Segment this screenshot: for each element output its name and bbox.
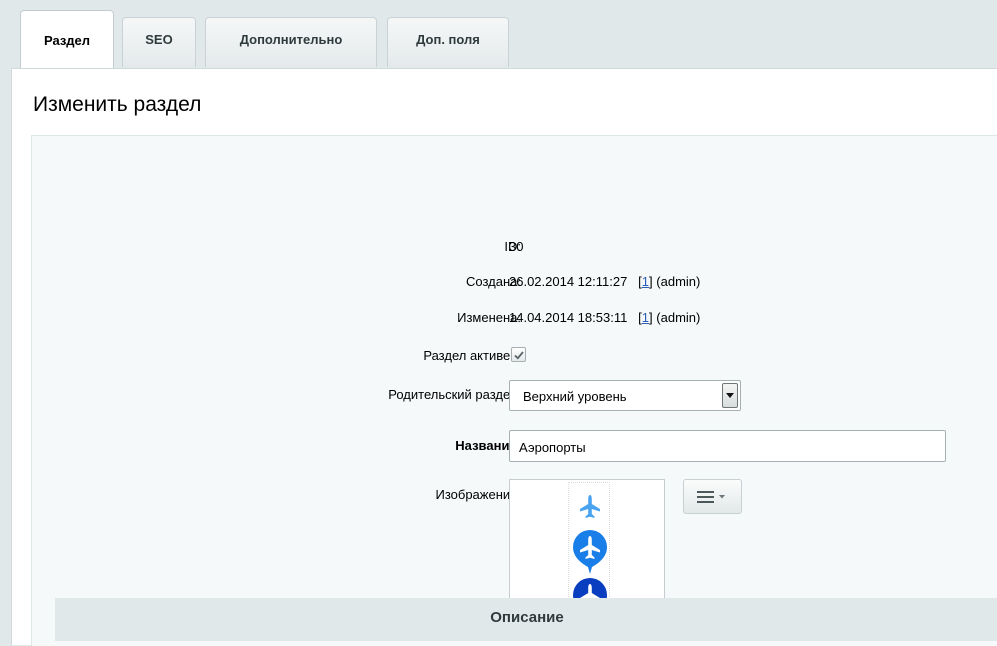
created-date: 26.02.2014 12:11:27: [509, 274, 628, 289]
row-active: Раздел активен:: [32, 344, 997, 368]
tab-extra-fields[interactable]: Доп. поля: [387, 17, 509, 67]
checkmark-icon: [514, 351, 524, 360]
tab-seo[interactable]: SEO: [122, 17, 196, 67]
page-title: Изменить раздел: [33, 93, 202, 116]
tab-label: Доп. поля: [416, 32, 480, 47]
row-parent: Родительский раздел: Верхний уровень: [32, 380, 997, 411]
row-id: ID: 30: [32, 235, 997, 259]
row-modified: Изменена: 14.04.2014 18:53:11 [1] (admin…: [32, 306, 997, 330]
description-section-header[interactable]: Описание: [55, 598, 997, 641]
map-pin-icon: [573, 530, 607, 574]
id-value: 30: [509, 239, 524, 254]
modified-user-link[interactable]: 1: [642, 310, 649, 325]
modified-value: 14.04.2014 18:53:11 [1] (admin): [509, 310, 700, 325]
main-panel: Изменить раздел ID: 30 Создана: 26.02.20…: [11, 68, 997, 646]
tab-additional[interactable]: Дополнительно: [205, 17, 377, 67]
caret-down-icon: [719, 495, 725, 499]
row-name: Название: Аэропорты: [32, 430, 997, 462]
edit-form: ID: 30 Создана: 26.02.2014 12:11:27 [1] …: [31, 135, 997, 646]
tab-bar: Раздел SEO Дополнительно Доп. поля: [11, 8, 997, 70]
created-value: 26.02.2014 12:11:27 [1] (admin): [509, 274, 700, 289]
bracket-close: ]: [649, 310, 653, 325]
hamburger-menu-icon: [697, 491, 714, 503]
parent-select[interactable]: Верхний уровень: [509, 380, 741, 411]
image-menu-button[interactable]: [683, 479, 742, 514]
name-input[interactable]: Аэропорты: [509, 430, 946, 462]
row-created: Создана: 26.02.2014 12:11:27 [1] (admin): [32, 270, 997, 294]
tab-label: Раздел: [43, 33, 91, 48]
name-input-value: Аэропорты: [519, 440, 586, 455]
created-user-name: (admin): [656, 274, 701, 289]
tab-label: Дополнительно: [239, 32, 343, 47]
active-label: Раздел активен:: [423, 348, 521, 363]
tab-section[interactable]: Раздел: [20, 10, 114, 70]
modified-user-name: (admin): [656, 310, 701, 325]
tab-label: SEO: [145, 32, 173, 47]
parent-label: Родительский раздел:: [388, 387, 521, 402]
dropdown-arrow-icon[interactable]: [722, 383, 738, 408]
active-checkbox[interactable]: [511, 347, 526, 362]
modified-date: 14.04.2014 18:53:11: [509, 310, 628, 325]
airplane-icon: [580, 495, 600, 518]
parent-select-value: Верхний уровень: [523, 389, 627, 404]
created-user-link[interactable]: 1: [642, 274, 649, 289]
bracket-close: ]: [649, 274, 653, 289]
row-image: Изображение:: [32, 479, 997, 626]
